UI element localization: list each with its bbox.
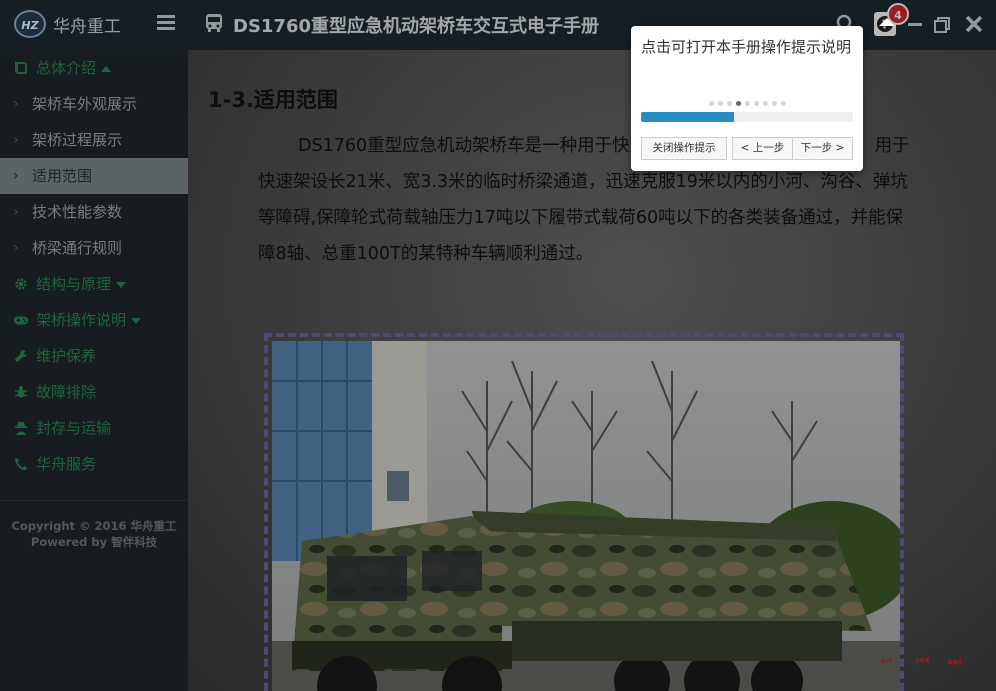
chevron-right-icon: › [13,132,19,148]
company-logo: HZ [14,10,46,38]
step-dot [744,101,750,106]
close-icon[interactable] [964,14,984,34]
sidebar-item-scope[interactable]: › 适用范围 [0,158,188,194]
wrench-icon [14,349,28,363]
sidebar-item-label: 架桥车外观展示 [32,95,138,113]
sidebar-item-structure[interactable]: 结构与原理 [0,266,188,302]
sidebar-item-service[interactable]: 华舟服务 [0,446,188,482]
sidebar-item-label: 适用范围 [32,167,93,185]
step-progress-fill [641,112,735,122]
section-title: 1-3.适用范围 [208,88,338,112]
sidebar-item-label: 华舟服务 [36,455,97,473]
sidebar-item-label: 总体介绍 [36,59,97,77]
app-title: DS1760重型应急机动架桥车交互式电子手册 [233,16,600,37]
phone-icon [14,457,28,471]
sidebar-item-exterior[interactable]: › 架桥车外观展示 [0,86,188,122]
powered-by-line: Powered by 智伴科技 [30,535,158,549]
sidebar: 总体介绍 › 架桥车外观展示 › 架桥过程展示 › 适用范围 › 技术性能参数 … [0,50,188,691]
gear-icon [15,278,27,290]
chevron-right-icon: › [13,240,19,256]
user-secret-icon [14,421,28,435]
step-dot [717,101,723,106]
book-icon [15,62,27,74]
step-progress [641,112,853,122]
sidebar-item-specs[interactable]: › 技术性能参数 [0,194,188,230]
sidebar-item-label: 维护保养 [36,347,97,365]
tooltip-arrow [879,18,895,26]
copyright-line: Copyright © 2016 华舟重工 [11,519,177,533]
sidebar-item-troubleshooting[interactable]: 故障排除 [0,374,188,410]
sidebar-item-label: 技术性能参数 [32,203,123,221]
step-dot [735,101,741,106]
content-panel: 1-3.适用范围 DS1760重型应急机动架桥车是一种用于快速架设和撤收作业的机… [188,50,996,691]
gamepad-icon [13,316,29,325]
bridge-truck-photo [272,341,900,691]
copyright: Copyright © 2016 华舟重工 Powered by 智伴科技 [0,518,188,550]
step-dot [726,101,732,106]
chevron-right-icon: › [13,168,19,184]
vehicle-photo-frame [264,333,904,691]
sidebar-item-label: 桥梁通行规则 [32,239,123,257]
sidebar-item-rules[interactable]: › 桥梁通行规则 [0,230,188,266]
chevron-right-icon: › [13,204,19,220]
chevron-right-icon: › [13,96,19,112]
sidebar-item-maintenance[interactable]: 维护保养 [0,338,188,374]
back-arrow-icon[interactable]: ↩ [880,652,893,670]
bus-icon [206,14,222,32]
sidebar-item-label: 结构与原理 [36,275,112,293]
menu-toggle-icon[interactable] [157,15,175,31]
prev-step-button[interactable]: < 上一步 [732,137,793,160]
sidebar-divider [0,500,188,501]
sidebar-item-label: 架桥操作说明 [36,311,127,329]
step-dot [762,101,768,106]
restore-window-icon[interactable] [934,17,950,33]
tooltip-text: 点击可打开本手册操作提示说明 [641,38,852,56]
sidebar-item-label: 故障排除 [36,383,97,401]
caret-down-icon [131,317,142,324]
sidebar-item-operation[interactable]: 架桥操作说明 [0,302,188,338]
minimize-icon[interactable] [908,23,922,26]
sidebar-item-overview[interactable]: 总体介绍 [0,50,188,86]
brand-name: 华舟重工 [53,17,121,37]
guide-tooltip: 点击可打开本手册操作提示说明 关闭操作提示 < 上一步 下一步 > [631,18,895,171]
step-dot [780,101,786,106]
sidebar-item-storage[interactable]: 封存与运输 [0,410,188,446]
last-page-icon[interactable]: ⏭ [948,652,962,670]
next-step-button[interactable]: 下一步 > [792,137,853,160]
close-guide-button[interactable]: 关闭操作提示 [641,137,727,160]
sidebar-item-process[interactable]: › 架桥过程展示 [0,122,188,158]
caret-up-icon [101,65,112,72]
page-nav: ↩ ⏮ ⏭ [880,652,980,676]
first-page-icon[interactable]: ⏮ [916,652,930,670]
step-dot [753,101,759,106]
sidebar-item-label: 封存与运输 [36,419,112,437]
caret-down-icon [116,281,127,288]
step-dot [771,101,777,106]
step-dot [708,101,714,106]
step-dots [631,91,863,110]
bug-icon [14,386,28,398]
sidebar-item-label: 架桥过程展示 [32,131,123,149]
